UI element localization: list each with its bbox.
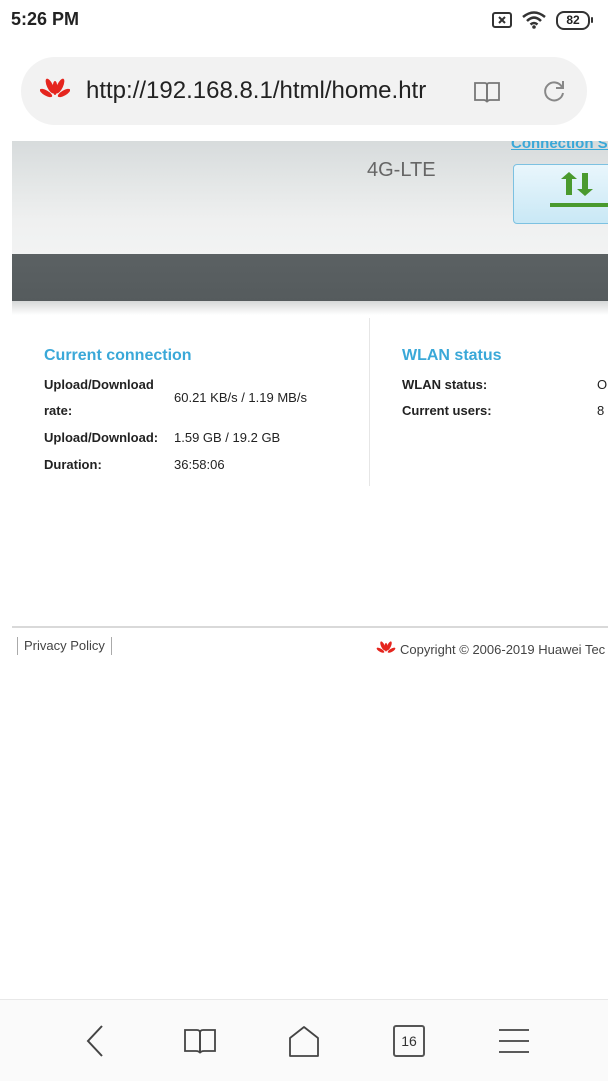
current-users-label: Current users: — [402, 403, 492, 418]
rate-label-line2: rate: — [44, 403, 73, 418]
browser-bottom-nav: 16 — [0, 999, 608, 1081]
up-down-arrows-icon — [550, 172, 608, 207]
banner-shadow — [12, 301, 608, 315]
traffic-value: 1.59 GB / 19.2 GB — [174, 430, 281, 445]
panel-divider — [369, 318, 370, 486]
bookmarks-icon — [184, 1029, 216, 1054]
back-button[interactable] — [75, 1022, 115, 1060]
battery-level: 82 — [566, 13, 580, 27]
bookmarks-button[interactable] — [180, 1022, 220, 1060]
traffic-label: Upload/Download: — [44, 430, 159, 445]
status-time: 5:26 PM — [11, 9, 80, 29]
rate-value: 60.21 KB/s / 1.19 MB/s — [174, 390, 307, 405]
rate-label-line1: Upload/Download — [44, 377, 154, 392]
router-banner: 4G-LTE Connection Se — [12, 141, 608, 255]
duration-label: Duration: — [44, 457, 102, 472]
copyright-text: Copyright © 2006-2019 Huawei Tec — [400, 641, 606, 657]
copyright: Copyright © 2006-2019 Huawei Tec — [376, 641, 605, 657]
huawei-logo-icon — [376, 641, 396, 653]
huawei-logo-icon — [40, 78, 70, 98]
address-bar[interactable]: http://192.168.8.1/html/home.htr — [21, 57, 587, 125]
connection-settings-link[interactable]: Connection Se — [511, 141, 608, 152]
tabs-count: 16 — [393, 1025, 425, 1057]
connection-toggle-button[interactable] — [513, 164, 608, 224]
back-icon — [86, 1025, 103, 1057]
home-button[interactable] — [284, 1022, 324, 1060]
wlan-status-title: WLAN status — [402, 347, 502, 364]
wifi-icon — [522, 11, 546, 29]
tabs-button[interactable]: 16 — [389, 1022, 429, 1060]
current-users-value: 8 — [597, 403, 605, 418]
status-bar: 5:26 PM 82 — [0, 0, 608, 40]
menu-icon — [499, 1029, 529, 1053]
status-icons: 82 — [492, 8, 593, 32]
home-icon — [289, 1026, 319, 1057]
menu-button[interactable] — [494, 1022, 534, 1060]
privacy-policy-link[interactable]: Privacy Policy — [17, 637, 112, 655]
url-field[interactable]: http://192.168.8.1/html/home.htr — [86, 77, 456, 105]
reader-mode-icon[interactable] — [473, 80, 501, 104]
current-connection-title: Current connection — [44, 347, 192, 364]
sim-off-icon — [492, 12, 512, 28]
battery-indicator: 82 — [556, 10, 593, 30]
banner-band — [12, 254, 608, 301]
wlan-status-label: WLAN status: — [402, 377, 488, 392]
network-type: 4G-LTE — [367, 159, 436, 181]
wlan-status-value: On — [597, 377, 608, 392]
reload-icon[interactable] — [541, 78, 567, 104]
footer-divider — [12, 626, 608, 628]
duration-value: 36:58:06 — [174, 457, 225, 472]
